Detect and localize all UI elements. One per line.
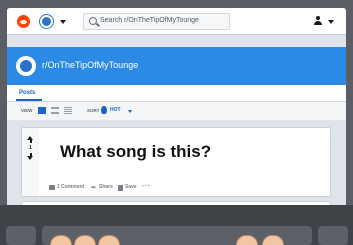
post-title[interactable]: What song is this? [60,142,211,162]
post-score: 1 [29,145,32,151]
user-menu-chevron-icon[interactable] [328,20,334,24]
search-input[interactable]: Search r/OnTheTipOfMyTounge [83,13,230,30]
chevron-down-icon[interactable] [60,20,66,24]
subreddit-avatar-icon [16,56,36,76]
post-card[interactable]: 1 What song is this? 1 Comment ➦ Share S… [21,127,331,197]
share-icon: ➦ [91,185,97,191]
upvote-icon[interactable] [27,136,34,144]
downvote-icon[interactable] [27,153,34,161]
active-tab-indicator [16,99,42,101]
search-icon [89,17,97,25]
subreddit-banner: r/OnTheTipOfMyTounge [7,47,346,85]
sort-label: SORT [87,108,100,113]
search-placeholder: Search r/OnTheTipOfMyTounge [100,17,199,24]
user-icon[interactable] [313,16,323,27]
save-button[interactable]: Save [125,184,137,190]
subreddit-title[interactable]: r/OnTheTipOfMyTounge [42,60,138,70]
tab-bar: Posts [7,85,346,102]
comment-icon [49,185,55,190]
flame-icon [101,106,107,114]
view-sort-toolbar: VIEW SORT HOT [7,102,346,120]
sort-chevron-icon[interactable] [128,110,132,113]
vote-column: 1 [22,128,39,196]
keyboard-key [6,226,36,245]
top-bar: Search r/OnTheTipOfMyTounge [7,8,346,35]
community-icon[interactable] [40,15,53,28]
sort-dropdown[interactable]: HOT [110,107,121,113]
reddit-logo-icon[interactable] [17,15,30,28]
keyboard-key [318,226,348,245]
comments-button[interactable]: 1 Comment [57,184,84,190]
save-icon [118,185,123,191]
tab-posts[interactable]: Posts [19,90,35,96]
share-button[interactable]: Share [99,184,113,190]
card-view-icon[interactable] [38,107,46,114]
compact-view-icon[interactable] [64,107,72,114]
classic-view-icon[interactable] [51,107,59,114]
browser-screen: Search r/OnTheTipOfMyTounge r/OnTheTipOf… [7,8,346,205]
more-icon[interactable]: ··· [142,183,151,190]
view-label: VIEW [21,108,33,113]
